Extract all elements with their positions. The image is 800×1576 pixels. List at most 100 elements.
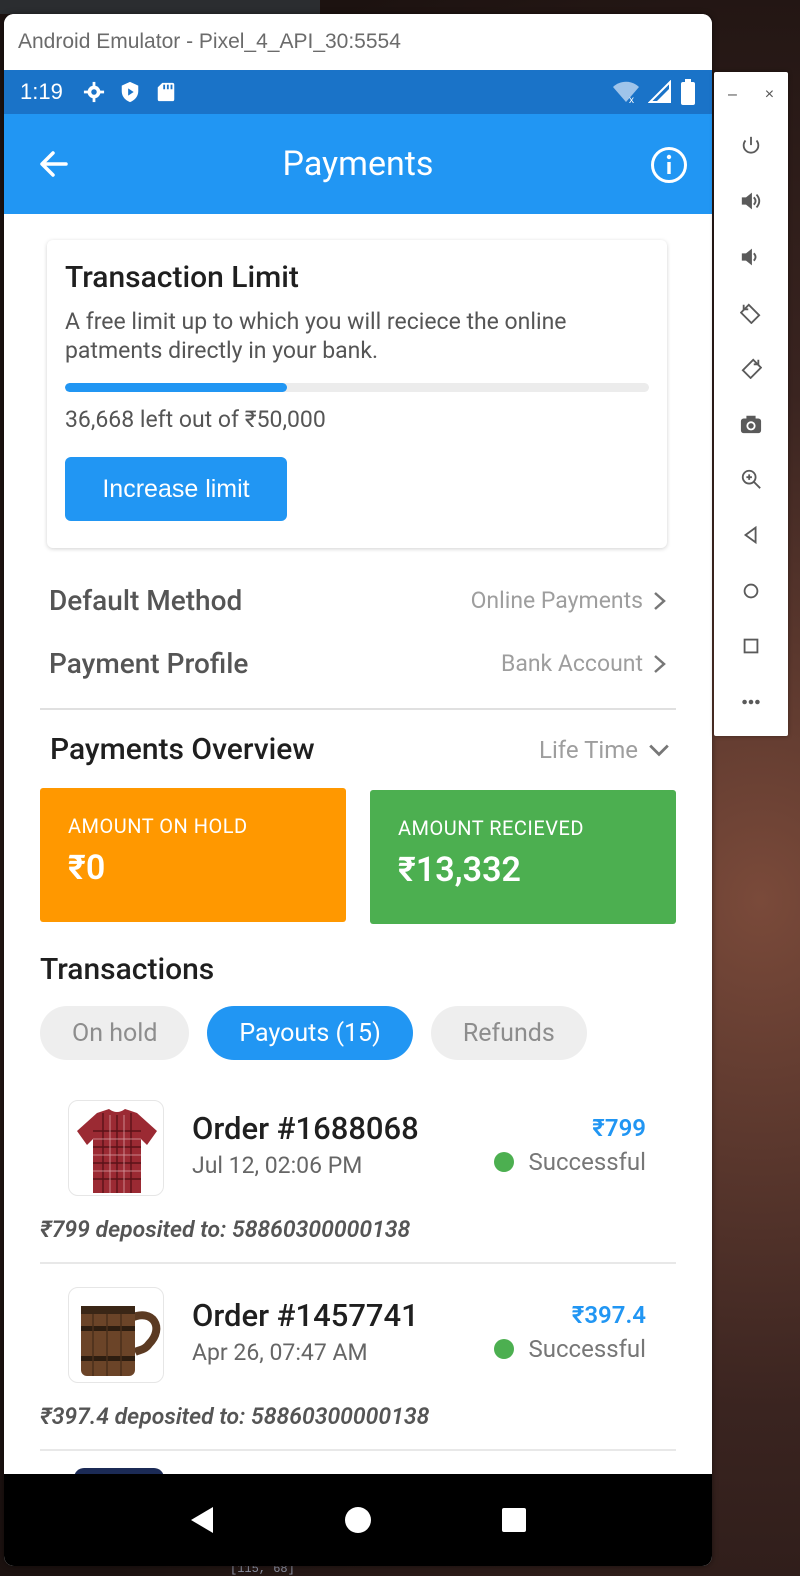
- shield-play-icon: [121, 81, 139, 103]
- payment-profile-label: Payment Profile: [49, 647, 249, 680]
- emulator-window: Android Emulator - Pixel_4_API_30:5554 1…: [4, 14, 712, 1566]
- more-horizontal-icon: [742, 699, 760, 705]
- sd-card-icon: [157, 82, 175, 102]
- section-divider: [40, 708, 676, 710]
- list-divider: [40, 1449, 676, 1451]
- nav-home-icon[interactable]: [343, 1505, 373, 1535]
- overview-range-value: Life Time: [539, 736, 638, 764]
- increase-limit-button[interactable]: Increase limit: [65, 457, 287, 521]
- limit-progress-fill: [65, 383, 287, 392]
- payments-overview-title: Payments Overview: [50, 732, 315, 767]
- list-item[interactable]: Order #1688068 Jul 12, 02:06 PM ₹799 Suc…: [40, 1092, 676, 1280]
- close-button[interactable]: ×: [765, 86, 774, 104]
- payment-profile-value-text: Bank Account: [500, 650, 643, 677]
- camera-icon: [740, 415, 762, 433]
- amount-on-hold-label: AMOUNT ON HOLD: [68, 814, 248, 838]
- status-dot-icon: [494, 1152, 515, 1172]
- order-amount: ₹397.4: [571, 1301, 646, 1329]
- list-divider: [40, 1262, 676, 1264]
- square-overview-icon: [743, 638, 759, 654]
- info-icon[interactable]: [650, 146, 688, 184]
- tab-payouts[interactable]: Payouts (15): [207, 1006, 413, 1060]
- nav-back-icon[interactable]: [187, 1505, 217, 1535]
- transaction-tabs: On hold Payouts (15) Refunds: [40, 1006, 587, 1060]
- triangle-back-icon: [743, 525, 757, 545]
- transaction-limit-card: Transaction Limit A free limit up to whi…: [47, 240, 667, 548]
- chevron-down-icon: [649, 744, 669, 757]
- zoom-button[interactable]: [714, 452, 788, 508]
- volume-up-icon: [741, 193, 761, 210]
- tab-on-hold[interactable]: On hold: [40, 1006, 190, 1060]
- rotate-left-button[interactable]: [714, 285, 788, 341]
- signal-icon: [648, 80, 671, 103]
- order-date: Apr 26, 07:47 AM: [192, 1339, 368, 1366]
- tab-refunds[interactable]: Refunds: [430, 1006, 587, 1060]
- order-status-text: Successful: [528, 1335, 646, 1363]
- emulator-titlebar[interactable]: Android Emulator - Pixel_4_API_30:5554: [4, 14, 712, 70]
- amount-on-hold-card: AMOUNT ON HOLD ₹0: [40, 788, 346, 922]
- shirt-icon: [68, 1100, 164, 1196]
- wifi-icon: x: [613, 81, 639, 104]
- default-method-row[interactable]: Default Method Online Payments: [49, 584, 669, 617]
- app-bar: Payments: [4, 114, 712, 214]
- order-deposit-text: ₹397.4 deposited to: 58860300000138: [40, 1403, 430, 1430]
- side-overview-button[interactable]: [714, 618, 788, 674]
- screenshot-button[interactable]: [714, 396, 788, 452]
- page-content: Transaction Limit A free limit up to whi…: [4, 214, 712, 1474]
- rotate-right-button[interactable]: [714, 340, 788, 396]
- zoom-icon: [741, 470, 761, 490]
- emulator-side-panel: – ×: [714, 72, 788, 736]
- order-name: Order #1457741: [192, 1297, 419, 1334]
- nav-recents-icon[interactable]: [499, 1505, 529, 1535]
- status-right-icons: x: [612, 79, 696, 105]
- default-method-label: Default Method: [49, 584, 243, 617]
- mug-icon: [68, 1287, 164, 1383]
- chevron-right-icon: [654, 654, 666, 673]
- back-arrow-icon[interactable]: [38, 148, 70, 180]
- power-button[interactable]: [714, 118, 788, 174]
- order-name: Order #1688068: [192, 1110, 419, 1147]
- order-status: Successful: [494, 1148, 646, 1176]
- power-icon: [742, 136, 760, 154]
- limit-card-title: Transaction Limit: [65, 260, 299, 295]
- android-nav-bar: [4, 1474, 712, 1566]
- rotate-left-icon: [740, 303, 761, 324]
- amount-received-value: ₹13,332: [398, 850, 521, 890]
- rotate-right-icon: [741, 358, 762, 380]
- ide-toolbar-strip: [0, 0, 320, 14]
- order-status: Successful: [494, 1335, 646, 1363]
- side-back-button[interactable]: [714, 507, 788, 563]
- volume-down-button[interactable]: [714, 229, 788, 285]
- payment-profile-value: Bank Account: [501, 650, 669, 677]
- status-dot-icon: [494, 1339, 515, 1359]
- transactions-title: Transactions: [40, 952, 215, 987]
- page-title: Payments: [282, 144, 434, 184]
- amount-received-label: AMOUNT RECIEVED: [398, 816, 584, 840]
- chevron-right-icon: [654, 591, 666, 610]
- default-method-value: Online Payments: [471, 587, 669, 614]
- settings-icon: [83, 81, 104, 103]
- list-item[interactable]: Order #1457741 Apr 26, 07:47 AM ₹397.4 S…: [40, 1279, 676, 1467]
- status-bar: 1:19 x: [4, 70, 712, 114]
- order-amount: ₹799: [592, 1114, 646, 1142]
- status-time: 1:19: [20, 79, 63, 104]
- default-method-value-text: Online Payments: [470, 587, 643, 614]
- order-status-text: Successful: [528, 1148, 646, 1176]
- overview-range-dropdown[interactable]: Life Time: [539, 736, 670, 764]
- volume-up-button[interactable]: [714, 174, 788, 230]
- circle-home-icon: [743, 583, 759, 598]
- side-home-button[interactable]: [714, 563, 788, 619]
- limit-progress-bar: [65, 383, 649, 392]
- order-deposit-text: ₹799 deposited to: 58860300000138: [40, 1216, 411, 1243]
- limit-card-description: A free limit up to which you will reciec…: [65, 308, 567, 364]
- order-date: Jul 12, 02:06 PM: [192, 1152, 363, 1179]
- device-screen: 1:19 x Payments Transaction Limit A free…: [4, 70, 712, 1566]
- svg-text:x: x: [629, 95, 634, 104]
- minimize-button[interactable]: –: [728, 86, 737, 104]
- side-panel-window-controls: – ×: [714, 72, 788, 118]
- amount-received-card: AMOUNT RECIEVED ₹13,332: [370, 790, 676, 924]
- payment-profile-row[interactable]: Payment Profile Bank Account: [49, 647, 669, 680]
- more-options-button[interactable]: [714, 674, 788, 730]
- battery-icon: [681, 79, 695, 105]
- amount-on-hold-value: ₹0: [68, 848, 106, 888]
